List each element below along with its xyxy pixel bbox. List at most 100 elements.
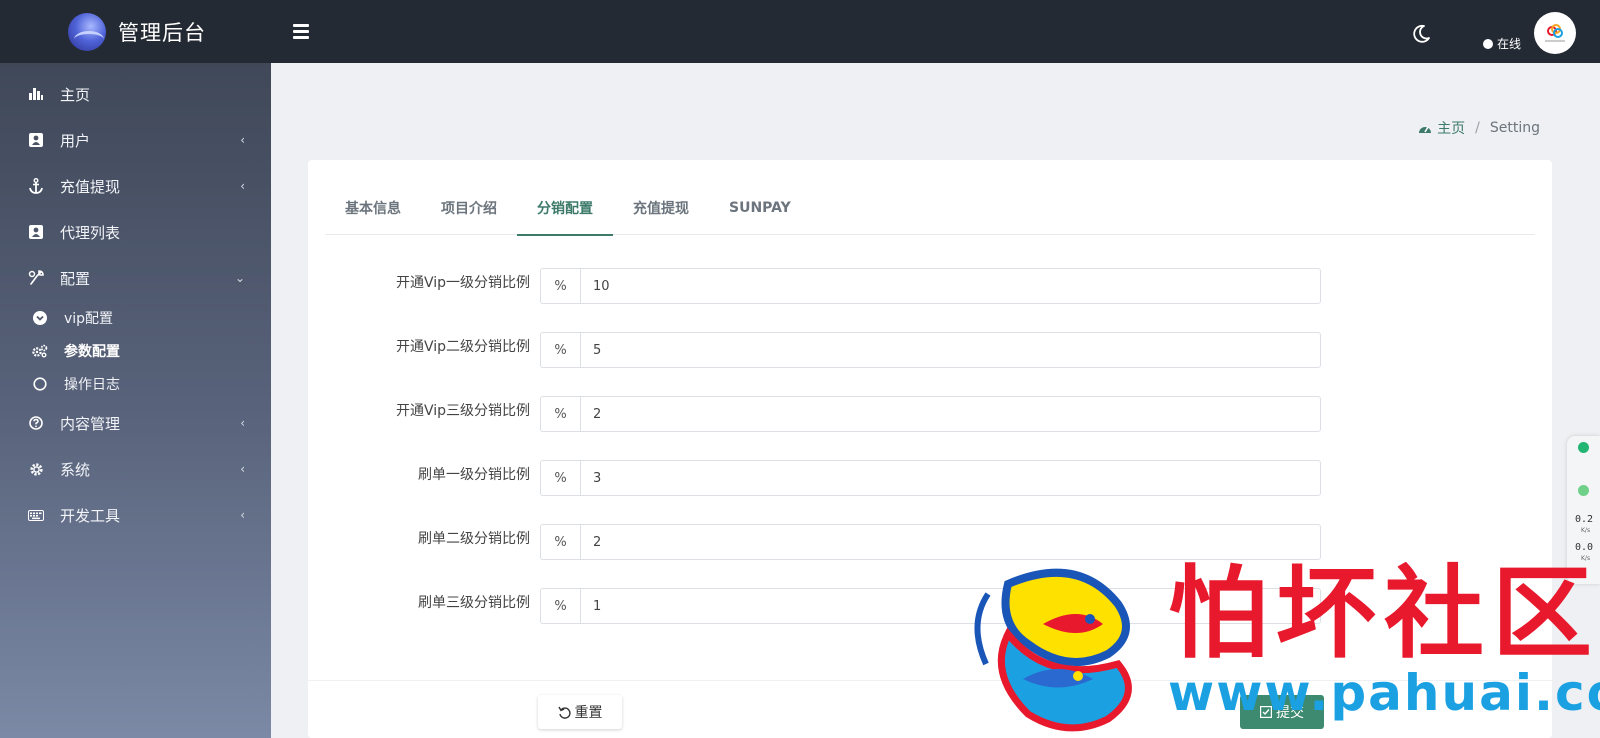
check-icon (1260, 706, 1272, 718)
network-speed-widget[interactable]: 0.2 K/s 0.0 K/s (1567, 436, 1600, 584)
tab-project-intro[interactable]: 项目介绍 (421, 180, 517, 235)
input-group: % (540, 268, 1321, 304)
form-row: 刷单三级分销比例 % (308, 582, 1552, 646)
form-row: 开通Vip二级分销比例 % (308, 326, 1552, 390)
sidebar-item-label: 开发工具 (60, 506, 121, 525)
chevron-left-icon: ‹ (240, 416, 245, 430)
sidebar-item-label: 主页 (60, 85, 91, 104)
chevron-left-icon: ‹ (240, 133, 245, 147)
order-level3-ratio-input[interactable] (580, 588, 1321, 624)
download-speed: 0.0 (1575, 542, 1594, 553)
form-row: 开通Vip一级分销比例 % (308, 262, 1552, 326)
percent-addon: % (540, 332, 580, 368)
sidebar-item-home[interactable]: 主页 (0, 71, 271, 117)
menu-toggle-icon[interactable] (293, 24, 309, 39)
status-dot-icon (1483, 38, 1493, 49)
tab-sunpay[interactable]: SUNPAY (709, 180, 811, 235)
sidebar: 管理后台 主页 用户 ‹ 充值提现 ‹ 代理列表 配置 ⌄ vip配置 参数配置… (0, 0, 271, 738)
bar-chart-icon (28, 86, 44, 102)
chevron-left-icon: ‹ (240, 179, 245, 193)
settings-card: 基本信息 项目介绍 分销配置 充值提现 SUNPAY 开通Vip一级分销比例 %… (308, 160, 1552, 738)
status-text: 在线 (1497, 37, 1522, 51)
status-light-green-dot-icon (1578, 485, 1589, 496)
dashboard-icon (1419, 126, 1432, 133)
circle-icon (32, 376, 48, 392)
distribution-form: 开通Vip一级分销比例 % 开通Vip二级分销比例 % 开通Vip三级分销比例 … (308, 262, 1552, 646)
sidebar-item-users[interactable]: 用户 ‹ (0, 117, 271, 163)
config-submenu: vip配置 参数配置 操作日志 (0, 301, 271, 400)
moon-icon[interactable] (1410, 23, 1432, 45)
chevron-down-icon: ⌄ (234, 271, 245, 285)
breadcrumb-home-label: 主页 (1437, 121, 1466, 137)
sidebar-menu: 主页 用户 ‹ 充值提现 ‹ 代理列表 配置 ⌄ (0, 63, 271, 301)
percent-addon: % (540, 588, 580, 624)
order-level2-ratio-input[interactable] (580, 524, 1321, 560)
sidebar-item-label: 用户 (60, 131, 91, 150)
sidebar-item-config[interactable]: 配置 ⌄ (0, 255, 271, 301)
field-label: 开通Vip一级分销比例 (395, 275, 530, 291)
input-group: % (540, 588, 1321, 624)
brand-logo-icon (68, 12, 106, 51)
tab-basic-info[interactable]: 基本信息 (325, 180, 421, 235)
field-label: 刷单一级分销比例 (418, 467, 530, 483)
sidebar-subitem-label: 参数配置 (64, 343, 120, 360)
order-level1-ratio-input[interactable] (580, 460, 1321, 496)
percent-addon: % (540, 524, 580, 560)
percent-addon: % (540, 268, 580, 304)
sidebar-subitem-operation-log[interactable]: 操作日志 (0, 367, 271, 400)
anchor-icon (28, 178, 44, 194)
chevron-circle-icon (32, 310, 48, 326)
sidebar-item-system[interactable]: 系统 ‹ (0, 446, 271, 492)
breadcrumb-current: Setting (1489, 120, 1540, 136)
sidebar-subitem-param-config[interactable]: 参数配置 (0, 334, 271, 367)
keyboard-icon (28, 507, 44, 523)
percent-addon: % (540, 460, 580, 496)
online-status: 在线 (1483, 35, 1521, 52)
user-card-icon (28, 224, 44, 240)
upload-unit: K/s (1581, 527, 1591, 534)
breadcrumb-separator: / (1475, 120, 1480, 136)
sidebar-subitem-vip-config[interactable]: vip配置 (0, 301, 271, 334)
field-label: 开通Vip三级分销比例 (395, 403, 530, 419)
user-card-icon (28, 132, 44, 148)
vip-level1-ratio-input[interactable] (580, 268, 1321, 304)
input-group: % (540, 332, 1321, 368)
input-group: % (540, 460, 1321, 496)
vip-level2-ratio-input[interactable] (580, 332, 1321, 368)
brand: 管理后台 (0, 0, 271, 63)
sidebar-item-label: 配置 (60, 269, 91, 288)
gear-icon (28, 461, 44, 477)
breadcrumb-home[interactable]: 主页 (1418, 118, 1465, 138)
undo-icon (557, 706, 571, 719)
field-label: 刷单三级分销比例 (418, 595, 530, 611)
sidebar-subitem-label: vip配置 (64, 310, 114, 327)
sidebar-item-content[interactable]: 内容管理 ‹ (0, 400, 271, 446)
sidebar-item-agent-list[interactable]: 代理列表 (0, 209, 271, 255)
wrench-icon (28, 270, 44, 286)
percent-addon: % (540, 396, 580, 432)
sidebar-item-label: 内容管理 (60, 414, 121, 433)
sidebar-item-recharge-withdraw[interactable]: 充值提现 ‹ (0, 163, 271, 209)
chevron-left-icon: ‹ (240, 508, 245, 522)
reset-button[interactable]: 重置 (538, 695, 622, 729)
form-row: 开通Vip三级分销比例 % (308, 390, 1552, 454)
tab-recharge-withdraw[interactable]: 充值提现 (613, 180, 709, 235)
brand-title: 管理后台 (118, 20, 206, 45)
vip-level3-ratio-input[interactable] (580, 396, 1321, 432)
avatar-logo-icon (1545, 24, 1565, 42)
sidebar-subitem-label: 操作日志 (64, 376, 120, 393)
field-label: 开通Vip二级分销比例 (395, 339, 530, 355)
question-icon (28, 415, 44, 431)
status-green-dot-icon (1578, 442, 1589, 453)
input-group: % (540, 396, 1321, 432)
tab-distribution-config[interactable]: 分销配置 (517, 180, 613, 236)
sidebar-item-label: 系统 (60, 460, 91, 479)
sidebar-item-dev-tools[interactable]: 开发工具 ‹ (0, 492, 271, 538)
submit-button[interactable]: 提交 (1240, 695, 1324, 729)
chevron-left-icon: ‹ (240, 462, 245, 476)
form-row: 刷单二级分销比例 % (308, 518, 1552, 582)
topbar: 在线 (271, 0, 1600, 63)
avatar[interactable] (1534, 12, 1576, 54)
sidebar-menu-lower: 内容管理 ‹ 系统 ‹ 开发工具 ‹ (0, 400, 271, 538)
form-row: 刷单一级分销比例 % (308, 454, 1552, 518)
